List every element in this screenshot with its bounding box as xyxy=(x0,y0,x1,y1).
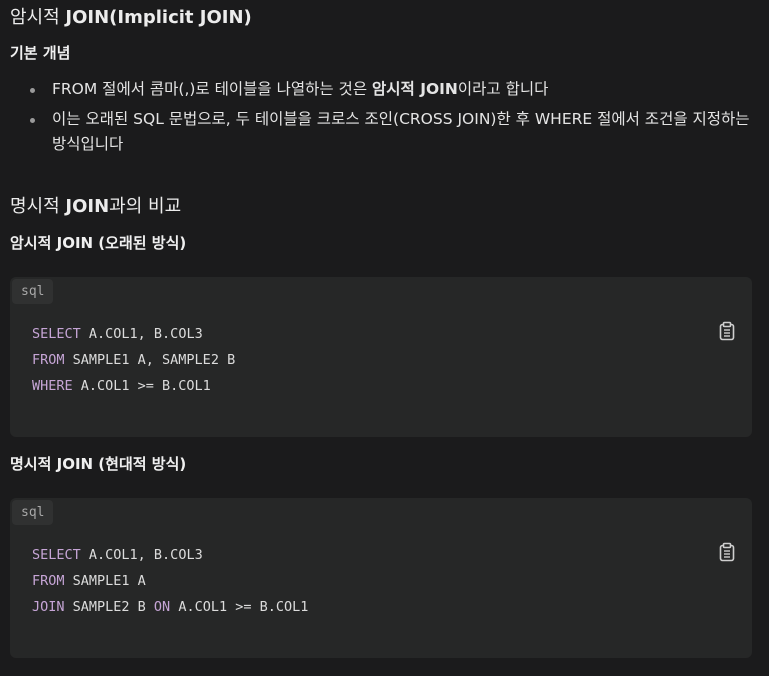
code-keyword: FROM xyxy=(32,573,65,589)
clipboard-icon xyxy=(719,321,735,341)
bullet-text-part: FROM 절에서 콤마(,)로 테이블을 나열하는 것은 xyxy=(52,80,373,98)
bullet-text-part: 이라고 합니다 xyxy=(457,80,549,98)
code-keyword: JOIN xyxy=(32,599,65,615)
page-title-bold: JOIN(Implicit JOIN) xyxy=(65,7,252,28)
code-keyword: ON xyxy=(153,599,171,615)
document-page: 암시적 JOIN(Implicit JOIN) 기본 개념 FROM 절에서 콤… xyxy=(0,0,769,676)
code-line: JOIN SAMPLE2 B ON A.COL1 >= B.COL1 xyxy=(32,594,308,620)
code-keyword: FROM xyxy=(32,352,65,368)
code-language-label: sql xyxy=(12,500,54,525)
code-line: SELECT A.COL1, B.COL3 xyxy=(32,321,235,347)
basic-concept-heading: 기본 개념 xyxy=(10,44,71,62)
page-title-prefix: 암시적 xyxy=(10,7,66,28)
code-text: SAMPLE1 A xyxy=(64,573,146,589)
comparison-heading-bold: JOIN xyxy=(65,196,110,217)
code-keyword: WHERE xyxy=(32,378,73,394)
code-language-label: sql xyxy=(12,279,54,304)
code-line: FROM SAMPLE1 A, SAMPLE2 B xyxy=(32,347,235,373)
explicit-join-heading: 명시적 JOIN (현대적 방식) xyxy=(10,455,187,473)
code-keyword: SELECT xyxy=(32,547,81,563)
comparison-heading-suffix: 과의 비교 xyxy=(109,196,182,217)
code-line: SELECT A.COL1, B.COL3 xyxy=(32,542,308,568)
bullet-item: FROM 절에서 콤마(,)로 테이블을 나열하는 것은 암시적 JOIN이라고… xyxy=(30,77,760,102)
code-text: SAMPLE2 B xyxy=(64,599,154,615)
bullet-dot xyxy=(30,118,35,123)
bullet-bold-term: 암시적 JOIN xyxy=(372,80,458,98)
code-block-implicit: sql SELECT A.COL1, B.COL3 FROM SAMPLE1 A,… xyxy=(10,277,752,437)
copy-code-button[interactable] xyxy=(718,542,736,562)
bullet-item: 이는 오래된 SQL 문법으로, 두 테이블을 크로스 조인(CROSS JOI… xyxy=(30,107,760,157)
implicit-join-heading: 암시적 JOIN (오래된 방식) xyxy=(10,234,187,252)
clipboard-icon xyxy=(719,542,735,562)
comparison-heading-prefix: 명시적 xyxy=(10,196,66,217)
page-title: 암시적 JOIN(Implicit JOIN) xyxy=(10,4,252,32)
bullet-text: 이는 오래된 SQL 문법으로, 두 테이블을 크로스 조인(CROSS JOI… xyxy=(52,110,750,153)
code-content: SELECT A.COL1, B.COL3 FROM SAMPLE1 A JOIN … xyxy=(32,542,308,620)
bullet-dot xyxy=(30,88,35,93)
comparison-heading: 명시적 JOIN과의 비교 xyxy=(10,193,181,221)
code-line: WHERE A.COL1 >= B.COL1 xyxy=(32,373,235,399)
copy-code-button[interactable] xyxy=(718,321,736,341)
code-text: SAMPLE1 A, SAMPLE2 B xyxy=(64,352,236,368)
code-text: A.COL1, B.COL3 xyxy=(80,326,203,342)
code-text: A.COL1 >= B.COL1 xyxy=(170,599,309,615)
code-line: FROM SAMPLE1 A xyxy=(32,568,308,594)
concept-bullet-list: FROM 절에서 콤마(,)로 테이블을 나열하는 것은 암시적 JOIN이라고… xyxy=(30,77,760,162)
code-keyword: SELECT xyxy=(32,326,81,342)
code-text: A.COL1 >= B.COL1 xyxy=(72,378,211,394)
code-content: SELECT A.COL1, B.COL3 FROM SAMPLE1 A, SAM… xyxy=(32,321,235,399)
code-text: A.COL1, B.COL3 xyxy=(80,547,203,563)
code-block-explicit: sql SELECT A.COL1, B.COL3 FROM SAMPLE1 AJ… xyxy=(10,498,752,658)
